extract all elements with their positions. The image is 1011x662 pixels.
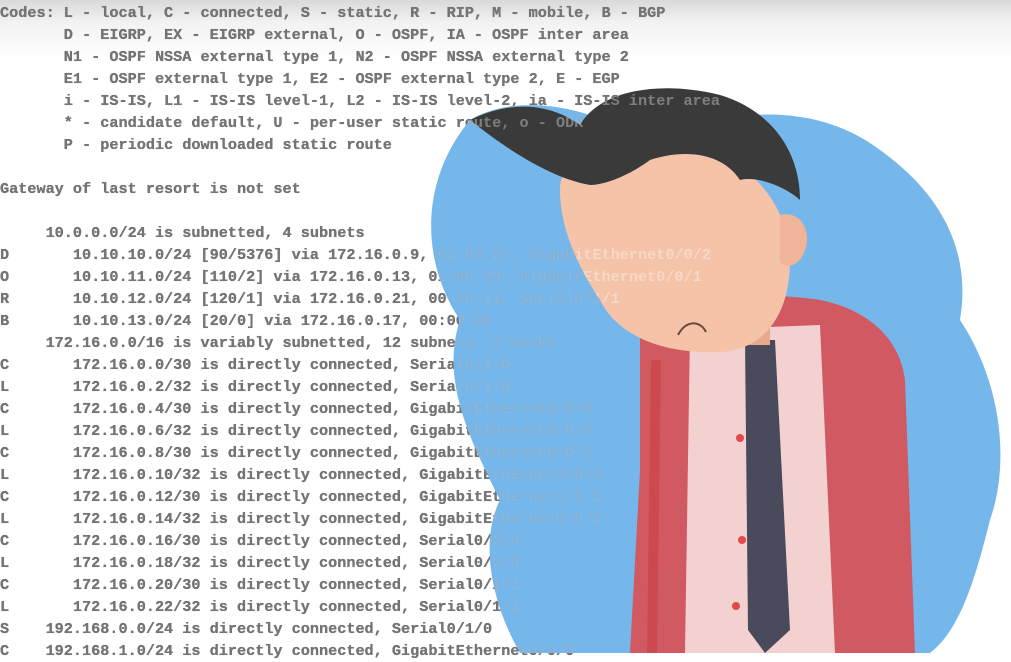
terminal-line: O 10.10.11.0/24 [110/2] via 172.16.0.13,… [0,268,702,286]
terminal-line: L 172.16.0.2/32 is directly connected, S… [0,378,511,396]
terminal-line: C 172.16.0.16/30 is directly connected, … [0,532,520,550]
terminal-line: i - IS-IS, L1 - IS-IS level-1, L2 - IS-I… [0,92,721,110]
terminal-line: E1 - OSPF external type 1, E2 - OSPF ext… [0,70,620,88]
terminal-line: D 10.10.10.0/24 [90/5376] via 172.16.0.9… [0,246,711,264]
terminal-line: L 172.16.0.14/32 is directly connected, … [0,510,602,528]
terminal-line: Gateway of last resort is not set [0,180,301,198]
terminal-line: C 172.16.0.0/30 is directly connected, S… [0,356,511,374]
terminal-line: L 172.16.0.22/32 is directly connected, … [0,598,520,616]
terminal-line: B 10.10.13.0/24 [20/0] via 172.16.0.17, … [0,312,493,330]
terminal-line: C 172.16.0.20/30 is directly connected, … [0,576,520,594]
terminal-line: L 172.16.0.18/32 is directly connected, … [0,554,520,572]
terminal-line: C 172.16.0.12/30 is directly connected, … [0,488,602,506]
terminal-line: 172.16.0.0/16 is variably subnetted, 12 … [0,334,556,352]
terminal-line: R 10.10.12.0/24 [120/1] via 172.16.0.21,… [0,290,620,308]
terminal-line: P - periodic downloaded static route [0,136,392,154]
terminal-line: C 192.168.1.0/24 is directly connected, … [0,642,575,660]
terminal-line: 10.0.0.0/24 is subnetted, 4 subnets [0,224,365,242]
terminal-line: * - candidate default, U - per-user stat… [0,114,584,132]
terminal-line: S 192.168.0.0/24 is directly connected, … [0,620,493,638]
terminal-line: C 172.16.0.4/30 is directly connected, G… [0,400,593,418]
terminal-line: C 172.16.0.8/30 is directly connected, G… [0,444,593,462]
terminal-output: Codes: L - local, C - connected, S - sta… [0,0,1011,660]
terminal-line: L 172.16.0.10/32 is directly connected, … [0,466,602,484]
terminal-line: Codes: L - local, C - connected, S - sta… [0,4,666,22]
terminal-line: N1 - OSPF NSSA external type 1, N2 - OSP… [0,48,629,66]
terminal-line: D - EIGRP, EX - EIGRP external, O - OSPF… [0,26,629,44]
terminal-line: L 172.16.0.6/32 is directly connected, G… [0,422,593,440]
